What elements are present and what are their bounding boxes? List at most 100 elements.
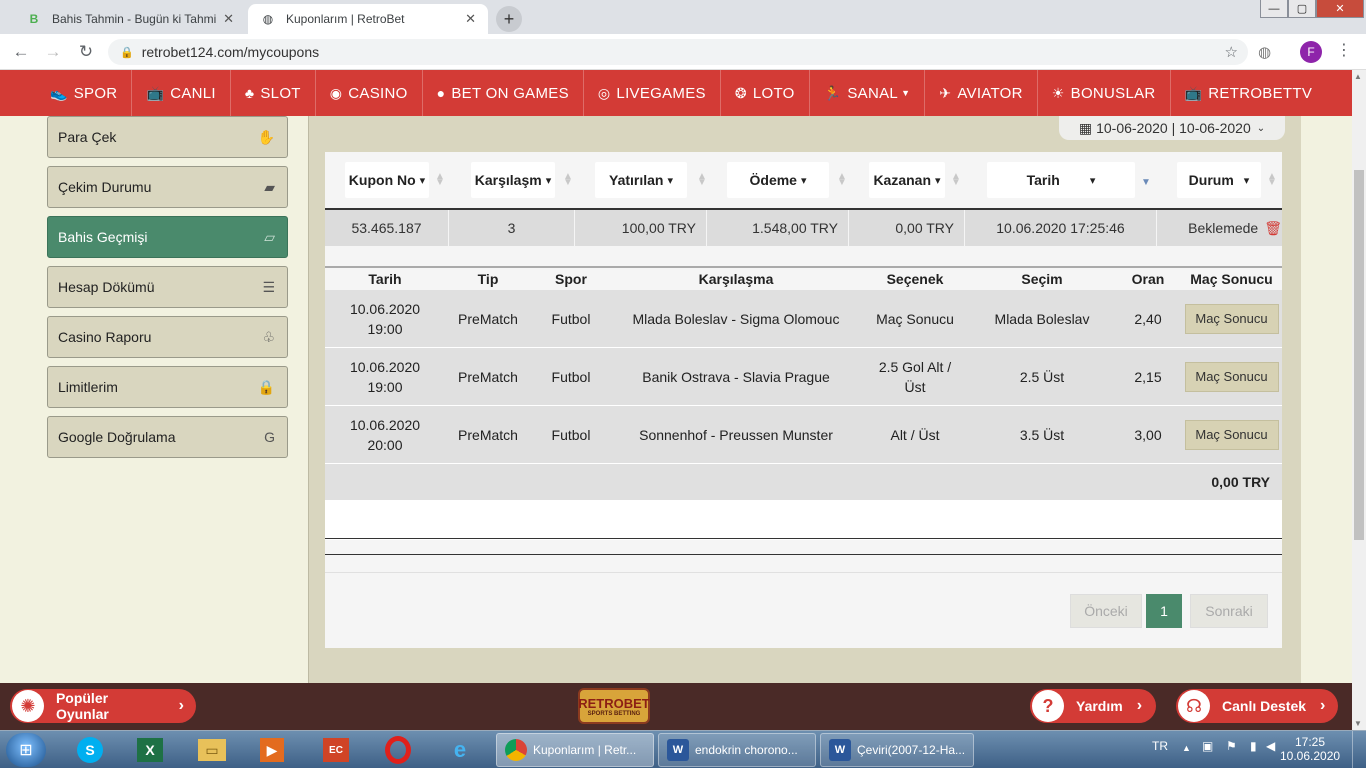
filter-karsilasma[interactable]: Karşılaşm ▾ <box>471 162 555 198</box>
windows-start-icon[interactable]: ⊞ <box>6 733 46 767</box>
taskbar-task-chrome[interactable]: Kuponlarım | Retr... <box>496 733 654 767</box>
nav-item-retrobettv[interactable]: 📺 RETROBETTV <box>1171 70 1327 116</box>
skype-icon[interactable]: S <box>64 734 116 766</box>
show-desktop-button[interactable] <box>1352 731 1366 768</box>
sort-icon[interactable]: ▲ ▼ <box>1267 172 1277 188</box>
retrobet-logo[interactable]: RETROBET SPORTS BETTING <box>578 688 650 724</box>
slides-icon[interactable]: EC <box>310 734 362 766</box>
sidebar-item-para-cek[interactable]: Para Çek ✋ <box>47 116 288 158</box>
sort-icon[interactable]: ▲ ▼ <box>951 172 961 188</box>
internet-explorer-icon[interactable]: e <box>434 734 486 766</box>
forward-arrow-icon[interactable]: → <box>42 42 64 62</box>
cherry-icon: ♣ <box>244 85 255 101</box>
coupon-won: 0,00 TRY <box>849 210 965 246</box>
window-close-button[interactable]: ✕ <box>1316 0 1364 18</box>
window-maximize-button[interactable]: ▢ <box>1288 0 1316 18</box>
caret-down-icon: ▼ <box>901 88 911 98</box>
mac-sonucu-button[interactable]: Maç Sonucu <box>1184 303 1279 334</box>
tab-close-icon[interactable]: ✕ <box>465 11 476 27</box>
profile-avatar[interactable]: F <box>1300 41 1322 63</box>
browser-tab-bahis-tahmin[interactable]: B Bahis Tahmin - Bugün ki Tahmin ✕ <box>14 4 246 34</box>
opera-icon[interactable] <box>372 734 424 766</box>
volume-icon[interactable]: ◀ <box>1266 739 1275 753</box>
bookmark-star-icon[interactable]: ☆ <box>1225 43 1238 61</box>
reload-icon[interactable]: ↻ <box>75 42 97 62</box>
pagination-next-button[interactable]: Sonraki <box>1190 594 1268 628</box>
page-scrollbar[interactable]: ▲ ▼ <box>1352 70 1366 730</box>
filter-kupon-no[interactable]: Kupon No ▾ <box>345 162 429 198</box>
nav-item-canli[interactable]: 📺 CANLI <box>132 70 231 116</box>
nav-item-bonuslar[interactable]: ☀ BONUSLAR <box>1038 70 1171 116</box>
word-icon: W <box>829 739 851 761</box>
pagination-prev-button[interactable]: Önceki <box>1070 594 1142 628</box>
trash-icon[interactable]: 🗑 <box>1264 220 1282 237</box>
scrollbar-thumb[interactable] <box>1354 170 1364 540</box>
ticket-icon: ▱ <box>264 228 275 245</box>
filter-yatirilan[interactable]: Yatırılan ▾ <box>595 162 687 198</box>
sort-icon[interactable]: ▲ ▼ <box>697 172 707 188</box>
sort-icon[interactable]: ▲ ▼ <box>837 172 847 188</box>
headset-icon: ☊ <box>1178 690 1210 722</box>
scroll-down-arrow-icon[interactable]: ▼ <box>1354 719 1362 728</box>
nav-item-spor[interactable]: 👟 SPOR <box>36 70 133 116</box>
list-icon: ☰ <box>262 278 275 295</box>
runner-icon: 🏃 <box>823 84 842 101</box>
flag-icon[interactable]: ⚑ <box>1226 739 1237 753</box>
network-signal-icon[interactable]: ▮ <box>1250 739 1257 753</box>
nav-item-aviator[interactable]: ✈ AVIATOR <box>925 70 1038 116</box>
sort-icon[interactable]: ▲ ▼ <box>435 172 445 188</box>
nav-item-slot[interactable]: ♣ SLOT <box>231 70 316 116</box>
wallet-icon: ▰ <box>264 178 275 195</box>
google-icon: G <box>264 429 275 445</box>
taskbar-clock[interactable]: 17:25 10.06.2020 <box>1280 735 1340 763</box>
folder-icon[interactable]: ▭ <box>186 734 238 766</box>
new-tab-button[interactable]: + <box>496 6 522 32</box>
tray-expand-icon[interactable]: ▲ <box>1182 743 1191 753</box>
filter-durum[interactable]: Durum ▾ <box>1177 162 1261 198</box>
date-range-picker[interactable]: ▦ 10-06-2020 | 10-06-2020 ⌄ <box>1059 116 1285 140</box>
sort-desc-icon[interactable]: ▼ <box>1141 178 1151 188</box>
filter-kazanan[interactable]: Kazanan ▾ <box>869 162 945 198</box>
window-minimize-button[interactable]: — <box>1260 0 1288 18</box>
nav-item-sanal[interactable]: 🏃 SANAL ▼ <box>810 70 926 116</box>
tab-close-icon[interactable]: ✕ <box>223 11 234 27</box>
filter-odeme[interactable]: Ödeme ▾ <box>727 162 829 198</box>
bahis-favicon-icon: B <box>29 12 39 26</box>
tv-icon: 📺 <box>146 84 165 101</box>
nav-item-casino[interactable]: ◉ CASINO <box>316 70 423 116</box>
taskbar-task-word-2[interactable]: W Çeviri(2007-12-Ha... <box>820 733 974 767</box>
sidebar-item-google-dogrulama[interactable]: Google Doğrulama G <box>47 416 288 458</box>
live-support-button[interactable]: ☊ Canlı Destek › <box>1176 689 1338 723</box>
sidebar-item-limitlerim[interactable]: Limitlerim 🔒 <box>47 366 288 408</box>
menu-kebab-icon[interactable]: ⋮ <box>1336 40 1352 60</box>
mac-sonucu-button[interactable]: Maç Sonucu <box>1184 419 1279 450</box>
sort-icon[interactable]: ▲ ▼ <box>563 172 573 188</box>
language-indicator[interactable]: TR <box>1152 739 1168 753</box>
coupon-payout: 1.548,00 TRY <box>707 210 849 246</box>
popular-games-button[interactable]: ✺ Popüler Oyunlar › <box>10 689 196 723</box>
media-player-icon[interactable]: ▶ <box>246 734 298 766</box>
pagination-page-1[interactable]: 1 <box>1146 594 1182 628</box>
browser-tab-kuponlarim[interactable]: ◍ Kuponlarım | RetroBet ✕ <box>248 4 488 34</box>
sidebar-item-cekim-durumu[interactable]: Çekim Durumu ▰ <box>47 166 288 208</box>
scroll-up-arrow-icon[interactable]: ▲ <box>1354 72 1362 81</box>
nav-item-loto[interactable]: ❂ LOTO <box>721 70 810 116</box>
chrome-icon <box>505 739 527 761</box>
tab-title: Kuponlarım | RetroBet <box>286 12 405 26</box>
detail-table-header: Tarih Tip Spor Karşılaşma Seçenek Seçim … <box>325 266 1282 290</box>
nav-item-bet-on-games[interactable]: ● BET ON GAMES <box>423 70 584 116</box>
sidebar-item-bahis-gecmisi[interactable]: Bahis Geçmişi ▱ <box>47 216 288 258</box>
mac-sonucu-button[interactable]: Maç Sonucu <box>1184 361 1279 392</box>
nav-item-livegames[interactable]: ◎ LIVEGAMES <box>584 70 721 116</box>
sidebar-item-hesap-dokumu[interactable]: Hesap Dökümü ☰ <box>47 266 288 308</box>
excel-icon[interactable]: X <box>124 734 176 766</box>
filter-tarih[interactable]: Tarih ▾ <box>987 162 1135 198</box>
sidebar-item-casino-raporu[interactable]: Casino Raporu ♧ <box>47 316 288 358</box>
coupon-row[interactable]: 53.465.187 3 100,00 TRY 1.548,00 TRY 0,0… <box>325 208 1282 246</box>
extension-globe-icon[interactable]: ◍ <box>1258 43 1271 61</box>
taskbar-task-word-1[interactable]: W endokrin chorono... <box>658 733 816 767</box>
url-input[interactable]: 🔒 retrobet124.com/mycoupons ☆ <box>108 39 1248 65</box>
tray-app-icon[interactable]: ▣ <box>1202 739 1213 753</box>
back-arrow-icon[interactable]: ← <box>10 42 32 62</box>
help-button[interactable]: ? Yardım › <box>1030 689 1156 723</box>
